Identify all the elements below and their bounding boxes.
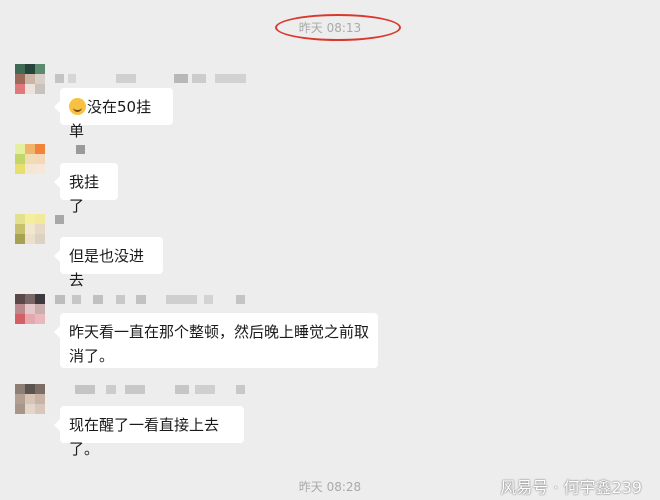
- grinning-sweat-emoji: [69, 98, 86, 115]
- message-bubble[interactable]: 没在50挂单: [54, 88, 173, 140]
- message-bubble[interactable]: 但是也没进去: [54, 237, 163, 289]
- avatar[interactable]: [15, 384, 45, 414]
- watermark: 风易号 · 何宇鑫239: [500, 478, 642, 497]
- message-bubble[interactable]: 昨天看一直在那个整顿，然后晚上睡觉之前取消了。: [54, 313, 378, 368]
- avatar[interactable]: [15, 294, 45, 324]
- avatar[interactable]: [15, 214, 45, 244]
- message-bubble[interactable]: 我挂了: [54, 163, 118, 215]
- highlight-circle: [275, 14, 401, 41]
- avatar[interactable]: [15, 144, 45, 174]
- message-bubble[interactable]: 现在醒了一看直接上去了。: [54, 406, 244, 458]
- avatar[interactable]: [15, 64, 45, 94]
